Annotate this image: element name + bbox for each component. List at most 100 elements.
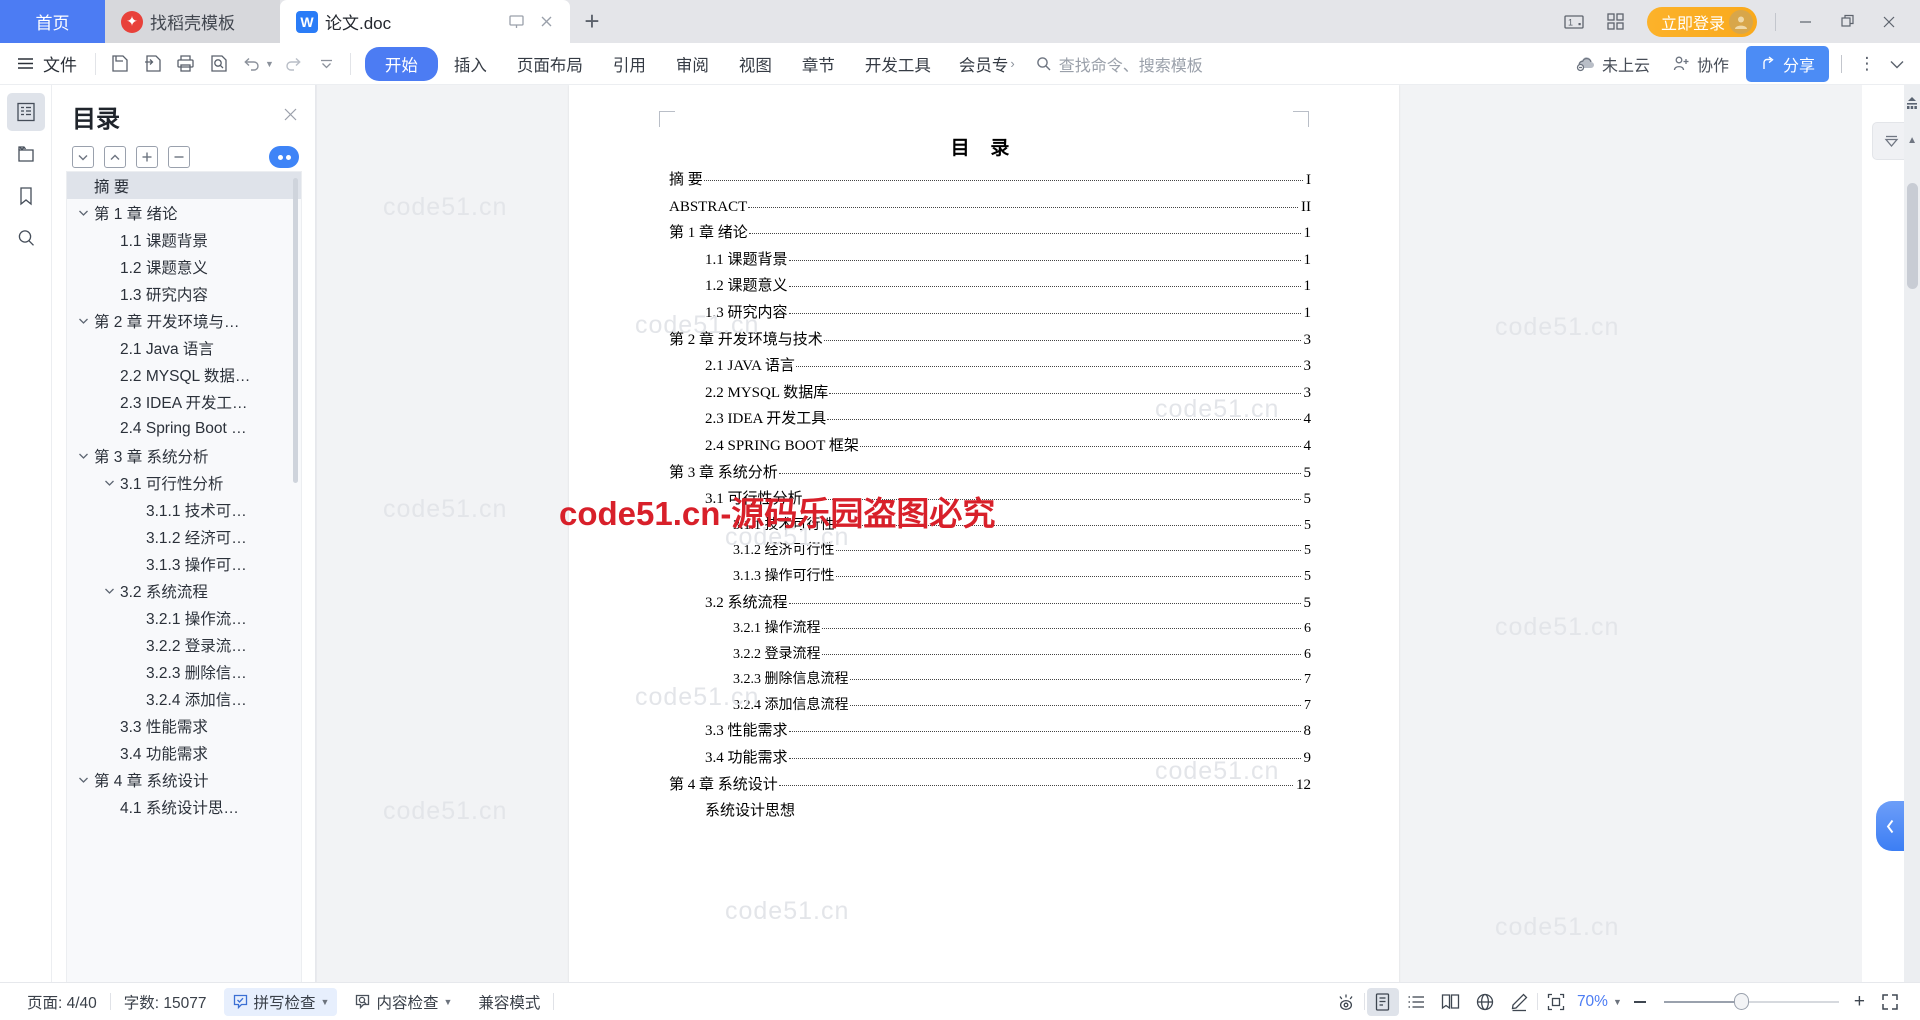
outline-item[interactable]: 4.1 系统设计思… <box>67 793 301 820</box>
chevron-down-icon[interactable]: ▼ <box>443 997 452 1007</box>
toc-entry[interactable]: 3.1.1 技术可行性 5 <box>669 518 1311 533</box>
outline-item[interactable]: 1.3 研究内容 <box>67 280 301 307</box>
toc-entry[interactable]: 第 2 章 开发环境与技术 3 <box>669 332 1311 348</box>
toc-entry[interactable]: 3.1 可行性分析 5 <box>669 492 1311 507</box>
outline-item[interactable]: 3.1.3 操作可… <box>67 550 301 577</box>
scrollbar-thumb[interactable] <box>1907 183 1918 289</box>
outline-item[interactable]: 3.3 性能需求 <box>67 712 301 739</box>
tab-docer-template[interactable]: ✦ 找稻壳模板 <box>105 0 280 43</box>
close-button[interactable] <box>1868 0 1910 43</box>
toc-entry[interactable]: 1.1 课题背景 1 <box>669 252 1311 268</box>
outline-item[interactable]: 第 4 章 系统设计 <box>67 766 301 793</box>
outline-item[interactable]: 第 1 章 绪论 <box>67 199 301 226</box>
save-as-icon[interactable] <box>137 49 167 79</box>
document-scrollbar[interactable]: ▲ <box>1904 85 1920 1020</box>
outline-item[interactable]: 2.2 MYSQL 数据… <box>67 361 301 388</box>
minimize-button[interactable] <box>1784 0 1826 43</box>
chevron-down-icon[interactable]: ▼ <box>321 997 330 1007</box>
print-icon[interactable] <box>170 49 200 79</box>
chevron-down-icon[interactable] <box>101 587 117 595</box>
zoom-in-button[interactable]: + <box>1847 991 1872 1013</box>
ribbon-tab-view[interactable]: 视图 <box>725 47 786 81</box>
undo-dropdown-icon[interactable]: ▼ <box>265 59 274 69</box>
print-preview-icon[interactable] <box>203 49 233 79</box>
toc-entry[interactable]: 系统设计思想 <box>669 804 1311 819</box>
outline-close-icon[interactable] <box>282 106 299 128</box>
document-page[interactable]: 目 录 摘 要 I ABSTRACT II 第 1 章 绪论 1 1.1 课题背景 1 1.2 … <box>569 85 1399 1020</box>
file-menu-button[interactable]: 文件 <box>10 51 87 76</box>
outline-item[interactable]: 1.1 课题背景 <box>67 226 301 253</box>
outline-item[interactable]: 第 3 章 系统分析 <box>67 442 301 469</box>
reading-view-icon[interactable] <box>1435 988 1467 1016</box>
ribbon-tab-devtools[interactable]: 开发工具 <box>851 47 945 81</box>
toc-entry[interactable]: 2.4 SPRING BOOT 框架 4 <box>669 438 1311 454</box>
scroll-up-arrow[interactable]: ▲ <box>1907 135 1917 146</box>
toc-entry[interactable]: 3.2.4 添加信息流程 7 <box>669 698 1311 713</box>
chevron-down-icon[interactable] <box>75 452 91 460</box>
spellcheck-button[interactable]: 拼写检查 ▼ <box>223 987 338 1016</box>
share-button[interactable]: 分享 <box>1745 45 1829 82</box>
outline-item[interactable]: 3.1.2 经济可… <box>67 523 301 550</box>
tab-close-icon[interactable] <box>539 14 554 29</box>
zoom-dropdown-icon[interactable]: ▼ <box>1613 997 1622 1007</box>
outline-item[interactable]: 3.2.2 登录流… <box>67 631 301 658</box>
rail-search-icon[interactable] <box>7 219 45 257</box>
toc-entry[interactable]: 1.3 研究内容 1 <box>669 305 1311 321</box>
more-options-icon[interactable]: ⋮ <box>1854 51 1880 77</box>
toc-entry[interactable]: 第 1 章 绪论 1 <box>669 226 1311 241</box>
redo-icon[interactable] <box>279 49 309 79</box>
rail-bookmark-icon[interactable] <box>7 177 45 215</box>
pen-icon[interactable] <box>1503 988 1535 1016</box>
undo-icon[interactable] <box>236 49 266 79</box>
chevron-down-icon[interactable] <box>75 317 91 325</box>
ribbon-tab-layout[interactable]: 页面布局 <box>503 47 597 81</box>
toc-entry[interactable]: 摘 要I <box>669 173 1311 188</box>
contentcheck-button[interactable]: 内容检查 ▼ <box>341 991 465 1013</box>
rail-page-thumbnail-icon[interactable] <box>7 135 45 173</box>
zoom-slider-knob[interactable] <box>1733 993 1749 1010</box>
toc-entry[interactable]: 第 4 章 系统设计 12 <box>669 777 1311 793</box>
ribbon-tab-start[interactable]: 开始 <box>364 46 438 81</box>
outline-item[interactable]: 摘 要 <box>67 172 301 199</box>
login-button[interactable]: 立即登录 <box>1646 6 1757 37</box>
ribbon-tab-vip[interactable]: 会员专 › <box>947 47 1021 81</box>
fullscreen-icon[interactable] <box>1874 988 1906 1016</box>
customize-toolbar-icon[interactable] <box>312 49 342 79</box>
toc-entry[interactable]: 3.2.3 删除信息流程 7 <box>669 673 1311 687</box>
toc-entry[interactable]: 1.2 课题意义 1 <box>669 279 1311 294</box>
toc-entry[interactable]: 3.4 功能需求 9 <box>669 751 1311 766</box>
outline-item[interactable]: 第 2 章 开发环境与… <box>67 307 301 334</box>
outline-item[interactable]: 2.1 Java 语言 <box>67 334 301 361</box>
split-view-icon[interactable] <box>1906 97 1918 116</box>
zoom-out-button[interactable] <box>1624 988 1656 1016</box>
page-view-icon[interactable] <box>1366 987 1399 1016</box>
outline-next-heading-icon[interactable] <box>72 146 94 168</box>
collaborate-button[interactable]: 协作 <box>1663 47 1738 81</box>
maximize-button[interactable] <box>1826 0 1868 43</box>
tab-home[interactable]: 首页 <box>0 0 105 43</box>
command-search[interactable]: 查找命令、搜索模板 <box>1035 52 1203 76</box>
toc-entry[interactable]: 3.3 性能需求 8 <box>669 724 1311 739</box>
fit-page-icon[interactable] <box>1540 988 1572 1016</box>
outline-item[interactable]: 1.2 课题意义 <box>67 253 301 280</box>
ribbon-tab-insert[interactable]: 插入 <box>440 47 501 81</box>
cloud-status-button[interactable]: 未上云 <box>1567 47 1659 81</box>
zoom-level-label[interactable]: 70% <box>1574 993 1611 1011</box>
document-canvas[interactable]: code51.cn code51.cn code51.cn code51.cn … <box>317 85 1902 1020</box>
outline-expand-all-icon[interactable] <box>136 146 158 168</box>
toc-entry[interactable]: 3.1.3 操作可行性 5 <box>669 569 1311 584</box>
outline-item[interactable]: 3.4 功能需求 <box>67 739 301 766</box>
app-grid-icon[interactable] <box>1595 0 1637 43</box>
outline-item[interactable]: 3.2 系统流程 <box>67 577 301 604</box>
toc-entry[interactable]: 3.2.1 操作流程 6 <box>669 622 1311 636</box>
ribbon-tab-section[interactable]: 章节 <box>788 47 849 81</box>
outline-item[interactable]: 3.1 可行性分析 <box>67 469 301 496</box>
ribbon-tab-reference[interactable]: 引用 <box>599 47 660 81</box>
tab-document-active[interactable]: W 论文.doc <box>280 0 570 43</box>
toc-entry[interactable]: 3.2 系统流程 5 <box>669 595 1311 611</box>
web-view-icon[interactable] <box>1469 988 1501 1016</box>
chevron-down-icon[interactable] <box>75 209 91 217</box>
single-page-view-icon[interactable]: 1 <box>1553 0 1595 43</box>
toc-entry[interactable]: 3.1.2 经济可行性 5 <box>669 544 1311 558</box>
outline-collapse-all-icon[interactable] <box>168 146 190 168</box>
